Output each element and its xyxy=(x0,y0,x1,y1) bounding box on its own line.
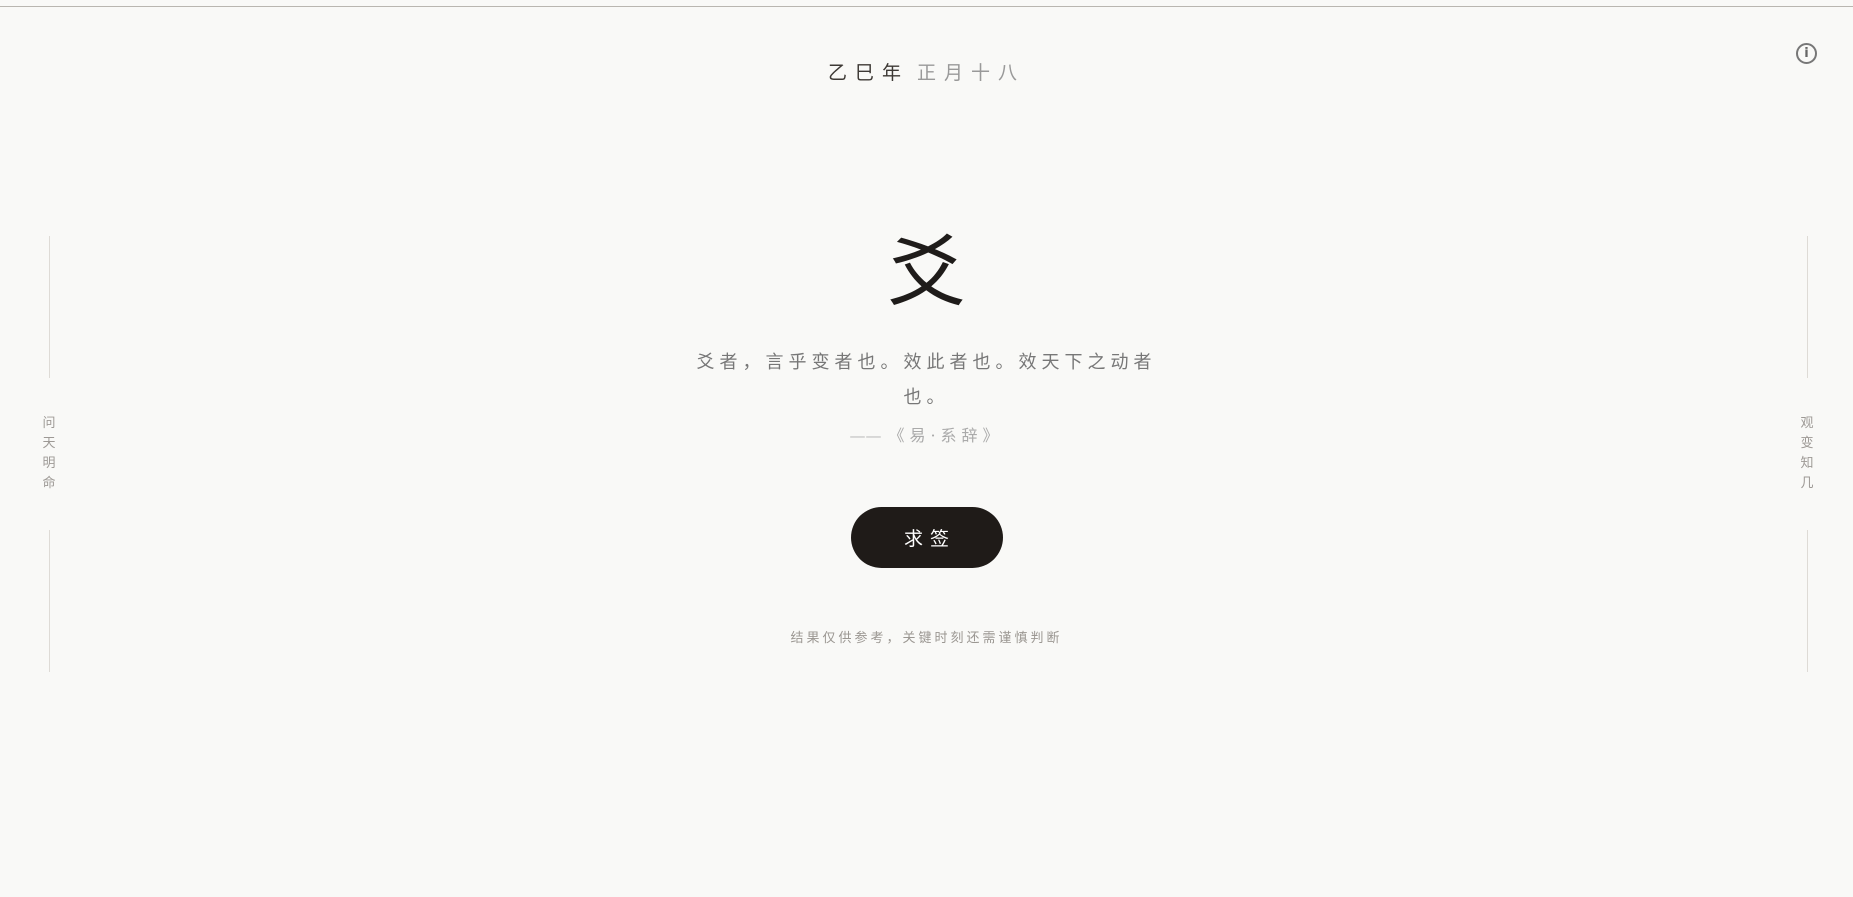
lunar-year: 乙巳年 xyxy=(827,62,909,84)
right-upper-line xyxy=(1806,236,1808,378)
lunar-month-day: 正月十八 xyxy=(917,62,1026,84)
yao-glyph: 爻 xyxy=(887,228,966,318)
left-char-3: 明 xyxy=(42,456,56,471)
lunar-date: 乙巳年 正月十八 xyxy=(828,58,1025,85)
left-vertical-inscription: 问 天 明 命 xyxy=(37,236,61,672)
left-char-2: 天 xyxy=(42,436,56,451)
right-char-2: 变 xyxy=(1800,436,1814,451)
main-content: 爻 爻者，言乎变者也。效此者也。效天下之动者也。 —— 《易·系辞》 求签 结果仅… xyxy=(667,230,1187,646)
source-dash: —— xyxy=(849,426,882,445)
left-lower-line xyxy=(48,530,50,672)
left-vertical-text: 问 天 明 命 xyxy=(37,378,61,530)
left-upper-line xyxy=(48,236,50,378)
info-icon[interactable]: i xyxy=(1796,43,1817,64)
divination-page: i 乙巳年 正月十八 问 天 明 命 观 变 知 几 爻 爻者，言乎变者也。效此者… xyxy=(0,0,1853,897)
top-divider xyxy=(0,6,1853,7)
left-char-4: 命 xyxy=(42,476,56,491)
right-char-3: 知 xyxy=(1800,456,1814,471)
right-char-1: 观 xyxy=(1800,416,1814,431)
source-title: 《易·系辞》 xyxy=(888,426,1004,445)
quote-source: —— 《易·系辞》 xyxy=(667,422,1187,446)
left-char-1: 问 xyxy=(42,416,56,431)
right-vertical-text: 观 变 知 几 xyxy=(1795,378,1819,530)
right-lower-line xyxy=(1806,530,1808,672)
right-char-4: 几 xyxy=(1800,476,1814,491)
disclaimer-text: 结果仅供参考，关键时刻还需谨慎判断 xyxy=(790,631,1063,646)
right-vertical-inscription: 观 变 知 几 xyxy=(1795,236,1819,672)
draw-lot-button[interactable]: 求签 xyxy=(850,507,1003,568)
classic-quote: 爻者，言乎变者也。效此者也。效天下之动者也。 xyxy=(696,352,1157,408)
